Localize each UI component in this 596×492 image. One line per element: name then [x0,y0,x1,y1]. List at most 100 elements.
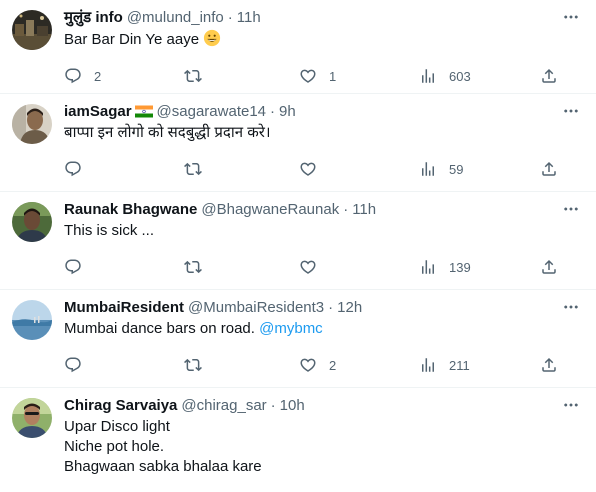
reply-button[interactable] [64,356,184,374]
heart-icon [299,160,317,178]
tweet-text: Mumbai dance bars on road. @mybmc [64,319,558,339]
views-button[interactable]: 603 [419,67,539,85]
separator-dot: · [328,298,334,316]
like-button[interactable] [299,258,419,276]
tweet-text: Upar Disco light Niche pot hole. Bhagwaa… [64,418,262,475]
mention-link[interactable]: @mybmc [259,320,323,337]
share-button[interactable] [540,258,558,276]
tweet-header: Raunak Bhagwane @BhagwaneRaunak · 11h [64,198,558,220]
tweet-header: मुलुंड info @mulund_info · 11h [64,6,558,28]
india-flag-icon [134,105,153,117]
views-chart-icon [419,67,437,85]
views-button[interactable]: 211 [419,356,539,374]
tweet-text: This is sick ... [64,222,155,239]
share-icon [540,258,558,276]
tweet[interactable]: Chirag Sarvaiya @chirag_sar · 10h Upar D… [0,388,596,492]
timestamp[interactable]: 11h [237,9,261,26]
more-horizontal-icon[interactable] [562,396,580,414]
reply-button[interactable] [64,258,184,276]
tweet-actions: 2 1 603 [64,56,558,96]
avatar[interactable] [12,104,52,144]
more-horizontal-icon[interactable] [562,8,580,26]
share-icon [540,160,558,178]
avatar[interactable] [12,300,52,340]
separator-dot: · [270,396,276,414]
reply-icon [64,258,82,276]
share-button[interactable] [540,67,558,85]
reply-button[interactable] [64,160,184,178]
author-handle[interactable]: @mulund_info [127,9,224,26]
tweet-header: MumbaiResident @MumbaiResident3 · 12h [64,296,558,318]
separator-dot: · [270,102,276,120]
view-count: 139 [449,259,471,275]
retweet-icon [184,356,202,374]
views-button[interactable]: 59 [419,160,539,178]
retweet-button[interactable] [184,258,299,276]
more-horizontal-icon[interactable] [562,200,580,218]
retweet-icon [184,160,202,178]
avatar[interactable] [12,398,52,438]
timestamp[interactable]: 10h [280,397,305,414]
like-button[interactable]: 1 [299,67,419,85]
tweet-actions: 2 211 [64,345,558,385]
views-chart-icon [419,258,437,276]
tweet[interactable]: मुलुंड info @mulund_info · 11h Bar Bar D… [0,0,596,94]
view-count: 603 [449,68,471,84]
retweet-icon [184,67,202,85]
heart-icon [299,67,317,85]
grinning-face-emoji [203,29,221,47]
views-chart-icon [419,356,437,374]
more-horizontal-icon[interactable] [562,102,580,120]
reply-count: 2 [94,68,102,84]
tweet-header: Chirag Sarvaiya @chirag_sar · 10h [64,394,558,416]
views-chart-icon [419,160,437,178]
tweet-text: बाप्पा इन लोगो को सदबुद्धी प्रदान करे। [64,124,271,141]
share-icon [540,356,558,374]
separator-dot: · [343,200,349,218]
timestamp[interactable]: 12h [337,299,362,316]
tweet[interactable]: iamSagar @sagarawate14 · 9h बाप्पा इन लो… [0,94,596,192]
like-count: 1 [329,68,337,84]
reply-button[interactable]: 2 [64,67,184,85]
like-count: 2 [329,357,337,373]
tweet-text: Bar Bar Din Ye aaye [64,29,558,50]
like-button[interactable] [299,160,419,178]
views-button[interactable]: 139 [419,258,539,276]
author-name[interactable]: Raunak Bhagwane [64,201,197,218]
tweet[interactable]: MumbaiResident @MumbaiResident3 · 12h Mu… [0,290,596,388]
author-name[interactable]: MumbaiResident [64,299,184,316]
heart-icon [299,356,317,374]
author-handle[interactable]: @chirag_sar [181,397,266,414]
author-handle[interactable]: @MumbaiResident3 [188,299,324,316]
share-button[interactable] [540,356,558,374]
reply-icon [64,160,82,178]
avatar[interactable] [12,202,52,242]
avatar[interactable] [12,10,52,50]
retweet-button[interactable] [184,67,299,85]
tweet-text-body: Mumbai dance bars on road. [64,320,255,337]
like-button[interactable]: 2 [299,356,419,374]
tweet-actions: 59 [64,149,558,189]
timestamp[interactable]: 11h [352,201,376,218]
author-name[interactable]: iamSagar [64,103,132,120]
share-button[interactable] [540,160,558,178]
replies-feed: मुलुंड info @mulund_info · 11h Bar Bar D… [0,0,596,492]
separator-dot: · [227,8,233,26]
share-icon [540,67,558,85]
author-name[interactable]: मुलुंड info [64,7,123,27]
author-name[interactable]: Chirag Sarvaiya [64,397,177,414]
author-handle[interactable]: @BhagwaneRaunak [201,201,339,218]
tweet-actions: 139 [64,247,558,287]
retweet-icon [184,258,202,276]
view-count: 59 [449,161,464,177]
more-horizontal-icon[interactable] [562,298,580,316]
tweet-header: iamSagar @sagarawate14 · 9h [64,100,558,122]
retweet-button[interactable] [184,160,299,178]
author-handle[interactable]: @sagarawate14 [157,103,266,120]
tweet[interactable]: Raunak Bhagwane @BhagwaneRaunak · 11h Th… [0,192,596,290]
reply-icon [64,67,82,85]
heart-icon [299,258,317,276]
tweet-text-body: Bar Bar Din Ye aaye [64,31,200,48]
timestamp[interactable]: 9h [279,103,296,120]
retweet-button[interactable] [184,356,299,374]
